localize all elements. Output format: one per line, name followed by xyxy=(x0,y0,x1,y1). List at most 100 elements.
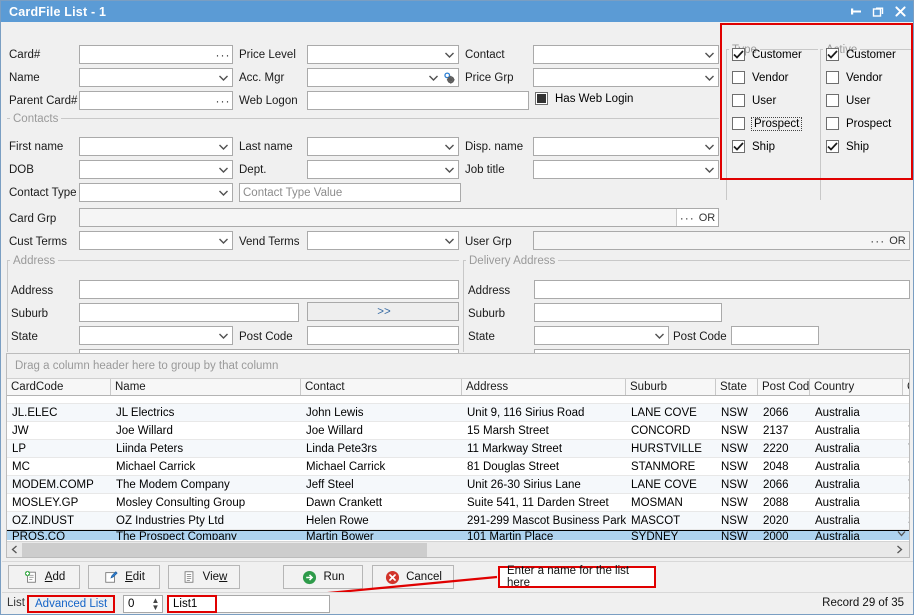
field-name[interactable] xyxy=(79,68,233,87)
checkbox-unchecked-icon[interactable] xyxy=(732,117,745,130)
checkbox-unchecked-icon[interactable] xyxy=(826,94,839,107)
checkbox-type-user[interactable]: User xyxy=(732,94,776,107)
chevron-down-icon[interactable] xyxy=(701,46,717,63)
field-contact-type-value[interactable]: Contact Type Value xyxy=(239,183,461,202)
field-delivery-post-code[interactable] xyxy=(731,326,819,345)
checkbox-checked-icon[interactable] xyxy=(826,48,839,61)
field-state[interactable] xyxy=(79,326,233,345)
horizontal-scrollbar[interactable] xyxy=(7,541,909,557)
field-disp-name[interactable] xyxy=(533,137,719,156)
chevron-down-icon[interactable] xyxy=(215,69,231,86)
list-index-stepper[interactable]: 0 ▲ ▼ xyxy=(123,595,163,613)
checkbox-unchecked-icon[interactable] xyxy=(826,117,839,130)
field-card-grp[interactable]: ··· OR xyxy=(79,208,719,227)
table-row-selected[interactable]: PROS.CO The Prospect Company Martin Bowe… xyxy=(7,530,909,540)
field-job-title[interactable] xyxy=(533,160,719,179)
chevron-down-icon[interactable] xyxy=(425,69,441,86)
pin-icon[interactable] xyxy=(845,2,867,21)
table-row[interactable]: OZ.INDUST OZ Industries Pty Ltd Helen Ro… xyxy=(7,512,909,530)
run-button[interactable]: Run xyxy=(283,565,363,589)
table-row[interactable]: LP Liinda Peters Linda Pete3rs 11 Markwa… xyxy=(7,440,909,458)
field-web-logon[interactable] xyxy=(307,91,529,110)
field-delivery-address[interactable] xyxy=(534,280,910,299)
stepper-arrows-icon[interactable]: ▲ ▼ xyxy=(149,597,162,611)
checkbox-checked-icon[interactable] xyxy=(826,140,839,153)
gear-icon[interactable] xyxy=(441,69,457,86)
column-header-post-code[interactable]: Post Code xyxy=(758,379,810,395)
table-row[interactable]: JW Joe Willard Joe Willard 15 Marsh Stre… xyxy=(7,422,909,440)
list-name-input[interactable]: List1 xyxy=(167,595,217,613)
group-by-drop-area[interactable]: Drag a column header here to group by th… xyxy=(7,354,909,379)
chevron-down-icon[interactable] xyxy=(215,161,231,178)
table-row[interactable]: MOSLEY.GP Mosley Consulting Group Dawn C… xyxy=(7,494,909,512)
card-grp-or-toggle[interactable]: ··· OR xyxy=(676,209,718,226)
chevron-down-icon[interactable] xyxy=(441,161,457,178)
chevron-down-icon[interactable] xyxy=(215,138,231,155)
chevron-down-icon[interactable] xyxy=(215,327,231,344)
table-row[interactable]: JL.ELEC JL Electrics John Lewis Unit 9, … xyxy=(7,404,909,422)
scroll-left-arrow-icon[interactable] xyxy=(7,542,22,557)
field-dob[interactable] xyxy=(79,160,233,179)
field-cust-terms[interactable] xyxy=(79,231,233,250)
field-card-number[interactable]: ··· xyxy=(79,45,233,64)
column-header-state[interactable]: State xyxy=(716,379,758,395)
ellipsis-icon[interactable]: ··· xyxy=(215,92,231,109)
checkbox-indeterminate-icon[interactable] xyxy=(535,92,548,105)
field-first-name[interactable] xyxy=(79,137,233,156)
checkbox-active-vendor[interactable]: Vendor xyxy=(826,71,882,84)
ellipsis-icon[interactable]: ··· xyxy=(215,46,231,63)
checkbox-type-customer[interactable]: Customer xyxy=(732,48,802,61)
view-button[interactable]: View xyxy=(168,565,240,589)
field-suburb[interactable] xyxy=(79,303,299,322)
list-name-input-extension[interactable] xyxy=(217,595,330,613)
field-user-grp[interactable]: ··· OR xyxy=(533,231,910,250)
chevron-down-icon[interactable] xyxy=(651,327,667,344)
cancel-button[interactable]: Cancel xyxy=(372,565,454,589)
field-parent-card-number[interactable]: ··· xyxy=(79,91,233,110)
field-price-grp[interactable] xyxy=(533,68,719,87)
table-row[interactable]: MC Michael Carrick Michael Carrick 81 Do… xyxy=(7,458,909,476)
checkbox-checked-icon[interactable] xyxy=(732,48,745,61)
edit-button[interactable]: Edit xyxy=(88,565,160,589)
checkbox-active-customer[interactable]: Customer xyxy=(826,48,896,61)
checkbox-has-web-login[interactable]: Has Web Login xyxy=(535,92,633,105)
checkbox-unchecked-icon[interactable] xyxy=(732,94,745,107)
chevron-down-icon[interactable] xyxy=(441,138,457,155)
chevron-down-icon[interactable] xyxy=(441,46,457,63)
checkbox-unchecked-icon[interactable] xyxy=(732,71,745,84)
add-button[interactable]: Add xyxy=(8,565,80,589)
chevron-down-icon[interactable] xyxy=(215,232,231,249)
field-delivery-state[interactable] xyxy=(534,326,669,345)
ellipsis-icon[interactable]: ··· xyxy=(680,211,695,225)
column-header-suburb[interactable]: Suburb xyxy=(626,379,716,395)
field-post-code[interactable] xyxy=(307,326,459,345)
field-address[interactable] xyxy=(79,280,459,299)
checkbox-type-ship[interactable]: Ship xyxy=(732,140,775,153)
scroll-right-arrow-icon[interactable] xyxy=(892,542,907,557)
scrollbar-thumb[interactable] xyxy=(22,543,427,557)
stepper-down-arrow-icon[interactable]: ▼ xyxy=(152,604,160,611)
close-icon[interactable] xyxy=(889,2,911,21)
column-header-contact[interactable]: Contact xyxy=(301,379,462,395)
column-header-cardcode[interactable]: CardCode xyxy=(7,379,111,395)
field-contact[interactable] xyxy=(533,45,719,64)
field-price-level[interactable] xyxy=(307,45,459,64)
field-acc-mgr[interactable] xyxy=(307,68,459,87)
chevron-down-icon[interactable] xyxy=(701,161,717,178)
advanced-list-tab[interactable]: Advanced List xyxy=(27,595,115,613)
field-vend-terms[interactable] xyxy=(307,231,459,250)
ellipsis-icon[interactable]: ··· xyxy=(870,234,885,248)
chevron-down-icon[interactable] xyxy=(441,232,457,249)
user-grp-or-toggle[interactable]: ··· OR xyxy=(867,232,909,249)
checkbox-unchecked-icon[interactable] xyxy=(826,71,839,84)
restore-icon[interactable] xyxy=(867,2,889,21)
field-dept[interactable] xyxy=(307,160,459,179)
chevron-down-icon[interactable] xyxy=(701,69,717,86)
checkbox-checked-icon[interactable] xyxy=(732,140,745,153)
column-header-address[interactable]: Address xyxy=(462,379,626,395)
table-row[interactable]: 20 Coopers Avenue HUNTERVILLE NSW 2222 A… xyxy=(7,396,909,404)
table-row[interactable]: MODEM.COMP The Modem Company Jeff Steel … xyxy=(7,476,909,494)
column-header-name[interactable]: Name xyxy=(111,379,301,395)
scroll-down-arrow-icon[interactable] xyxy=(894,526,908,540)
field-delivery-suburb[interactable] xyxy=(534,303,722,322)
